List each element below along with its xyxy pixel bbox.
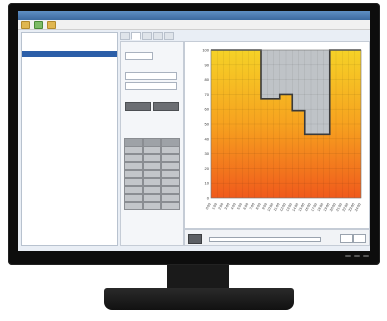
chart-panel: 0 10 20 30 40 50 60 70 80 90 100 0:00 1:00 2:00 3:00 4:… (184, 41, 370, 229)
settings-panel (120, 41, 184, 246)
y-tick-label: 40 (205, 136, 210, 141)
toolbar (18, 20, 370, 30)
playback-bar (184, 229, 370, 246)
action-button[interactable] (153, 102, 179, 111)
y-tick-label: 50 (205, 122, 210, 127)
open-icon[interactable] (21, 20, 30, 29)
x-tick-label: 24:00 (354, 202, 362, 212)
action-button[interactable] (125, 102, 151, 111)
schedule-chart: 01020304050607080901000:00 1:00 2:00 3:00 4:… (202, 48, 362, 213)
tab[interactable] (120, 32, 130, 40)
y-tick-label: 80 (205, 77, 210, 82)
y-tick-label: 60 (205, 107, 210, 112)
time-slider[interactable] (209, 237, 321, 242)
y-tick-label: 20 (205, 166, 210, 171)
app-screen: 0 10 20 30 40 50 60 70 80 90 100 0:00 1:00 2:00 3:00 4:… (18, 11, 370, 251)
y-tick-label: 100 (202, 48, 209, 53)
save-icon[interactable] (34, 20, 43, 29)
text-field[interactable] (125, 82, 177, 90)
tab[interactable] (153, 32, 163, 40)
y-tick-label: 70 (205, 92, 210, 97)
power-indicator (345, 255, 369, 257)
play-button[interactable] (188, 234, 202, 244)
tab[interactable] (142, 32, 152, 40)
tab-active[interactable] (131, 32, 141, 40)
tab[interactable] (164, 32, 174, 40)
value-spinner[interactable] (340, 234, 353, 243)
y-tick-label: 30 (205, 151, 210, 156)
device-tree (21, 32, 118, 246)
y-tick-label: 10 (205, 181, 210, 186)
dropdown[interactable] (125, 52, 153, 60)
tab-bar (120, 32, 368, 40)
schedule-table (124, 138, 181, 210)
y-tick-label: 90 (205, 62, 210, 67)
y-tick-label: 0 (207, 196, 210, 201)
monitor-stand (104, 288, 294, 310)
window-titlebar (18, 11, 370, 20)
value-spinner[interactable] (353, 234, 366, 243)
folder-icon[interactable] (47, 20, 56, 29)
tree-item[interactable] (22, 111, 117, 117)
dropdown[interactable] (125, 72, 177, 80)
